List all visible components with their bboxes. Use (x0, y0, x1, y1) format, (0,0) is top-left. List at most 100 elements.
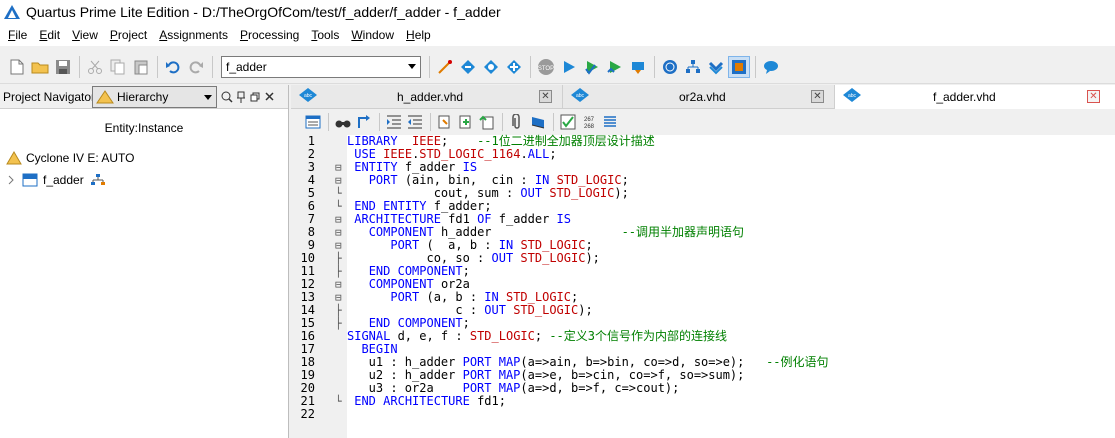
insert-template-icon[interactable] (456, 112, 476, 132)
paperclip-icon[interactable] (507, 112, 527, 132)
menu-project[interactable]: Project (104, 24, 153, 46)
editor-layout-icon[interactable] (303, 112, 323, 132)
redo-icon[interactable] (185, 56, 207, 78)
copy-icon[interactable] (107, 56, 129, 78)
menu-processing[interactable]: Processing (234, 24, 305, 46)
menu-label: ile (15, 28, 28, 42)
cut-icon[interactable] (84, 56, 106, 78)
code-type: IEEE (412, 134, 441, 148)
code-keyword: OUT (520, 186, 543, 200)
code-line[interactable]: SIGNAL d, e, f : STD_LOGIC; --定义3个信号作为内部… (347, 330, 727, 343)
fold-toggle-icon[interactable]: ⊟ (335, 278, 342, 291)
fold-toggle-icon[interactable]: ⊟ (335, 226, 342, 239)
close-icon[interactable]: ✕ (811, 90, 824, 103)
save-icon[interactable] (52, 56, 74, 78)
navigator-view-selector[interactable]: Hierarchy (92, 85, 217, 108)
column-header[interactable]: Entity:Instance (0, 109, 288, 147)
new-file-icon[interactable] (6, 56, 28, 78)
project-navigator-header: Project Navigator Hierarchy (0, 85, 288, 109)
pin-planner-icon[interactable] (434, 56, 456, 78)
unindent-icon[interactable] (405, 112, 425, 132)
tab-h-adder[interactable]: abc h_adder.vhd ✕ (291, 85, 563, 109)
toolbar-separator (654, 55, 655, 78)
code-keyword: IN (484, 290, 499, 304)
code-text: or2a (433, 277, 470, 291)
fold-toggle-icon[interactable]: ⊟ (335, 174, 342, 187)
device-label: Cyclone IV E: AUTO (26, 151, 135, 165)
quartus-logo-icon (4, 4, 20, 20)
entity-selector[interactable]: f_adder (221, 55, 421, 78)
menu-label: roject (117, 28, 148, 42)
pin-icon[interactable] (234, 89, 248, 105)
menu-file[interactable]: File (2, 24, 33, 46)
list-icon[interactable] (600, 112, 620, 132)
start-compilation-icon[interactable] (558, 56, 580, 78)
netlist-viewer-icon[interactable] (659, 56, 681, 78)
signal-tap-icon[interactable] (705, 56, 727, 78)
fold-toggle-icon[interactable]: ⊟ (335, 239, 342, 252)
close-icon[interactable]: ✕ (539, 90, 552, 103)
find-icon[interactable] (333, 112, 353, 132)
code-keyword: MAP (498, 355, 521, 369)
chat-bubble-icon[interactable] (760, 56, 782, 78)
undo-icon[interactable] (162, 56, 184, 78)
close-icon[interactable]: ✕ (1087, 90, 1100, 103)
tab-or2a[interactable]: abc or2a.vhd ✕ (563, 85, 835, 109)
bookmark-icon[interactable] (528, 112, 548, 132)
toolbar-separator (328, 113, 329, 131)
indent-icon[interactable] (384, 112, 404, 132)
insert-block-icon[interactable] (435, 112, 455, 132)
close-icon[interactable] (262, 89, 276, 105)
code-comment: --调用半加器声明语句 (621, 225, 745, 239)
fold-guide: ├ (335, 265, 342, 278)
menu-edit[interactable]: Edit (33, 24, 66, 46)
code-editor[interactable]: 1 2 3 ⊟ 4 ⊟ 5 └ 6 └ 7 ⊟ 8 ⊟ 9 ⊟ 10 ├ 11 ├ 12 ⊟ 13 ⊟ 14 ├ 15 ├ 16 17 18… (291, 135, 1115, 438)
find-next-icon[interactable] (354, 112, 374, 132)
fold-toggle-icon[interactable]: ⊟ (335, 291, 342, 304)
programmer-icon[interactable] (627, 56, 649, 78)
code-line[interactable]: END ARCHITECTURE fd1; (347, 395, 506, 408)
analysis-synthesis-icon[interactable] (581, 56, 603, 78)
toolbar-separator (502, 113, 503, 131)
code-type: STD_LOGIC (469, 329, 535, 343)
menu-mnemonic: P (109, 28, 118, 42)
open-folder-icon[interactable] (29, 56, 51, 78)
hierarchy-icon[interactable] (682, 56, 704, 78)
fold-toggle-icon[interactable]: ⊟ (335, 213, 342, 226)
code-keyword: END (368, 316, 391, 330)
menu-assignments[interactable]: Assignments (153, 24, 234, 46)
paste-icon[interactable] (130, 56, 152, 78)
stop-icon[interactable]: STOP (535, 56, 557, 78)
chevron-right-icon[interactable] (6, 175, 16, 185)
chip-planner-icon[interactable] (480, 56, 502, 78)
code-keyword: LIBRARY (347, 134, 398, 148)
code-text: ); (578, 303, 593, 317)
toolbar-separator (429, 55, 430, 78)
menu-help[interactable]: Help (400, 24, 437, 46)
code-text: f_adder (397, 160, 463, 174)
settings-icon[interactable] (503, 56, 525, 78)
code-keyword: IS (556, 212, 571, 226)
ip-catalog-icon[interactable] (728, 55, 750, 78)
menu-view[interactable]: View (66, 24, 104, 46)
assignment-editor-icon[interactable] (457, 56, 479, 78)
menu-tools[interactable]: Tools (305, 24, 345, 46)
toggle-comment-icon[interactable] (477, 112, 497, 132)
entity-row[interactable]: f_adder (0, 169, 288, 191)
syntax-check-icon[interactable] (558, 112, 578, 132)
line-numbers-icon[interactable]: 267 268 (579, 112, 599, 132)
restore-icon[interactable] (248, 89, 262, 105)
tab-f-adder[interactable]: abc f_adder.vhd ✕ (835, 85, 1115, 109)
device-row[interactable]: Cyclone IV E: AUTO (0, 147, 288, 169)
vhdl-file-icon (22, 173, 38, 187)
search-icon[interactable] (220, 89, 234, 105)
warning-triangle-icon (96, 89, 114, 103)
timing-analyzer-icon[interactable] (604, 56, 626, 78)
fold-toggle-icon[interactable]: ⊟ (335, 161, 342, 174)
menu-window[interactable]: Window (345, 24, 400, 46)
code-text: d, e, f : (390, 329, 470, 343)
